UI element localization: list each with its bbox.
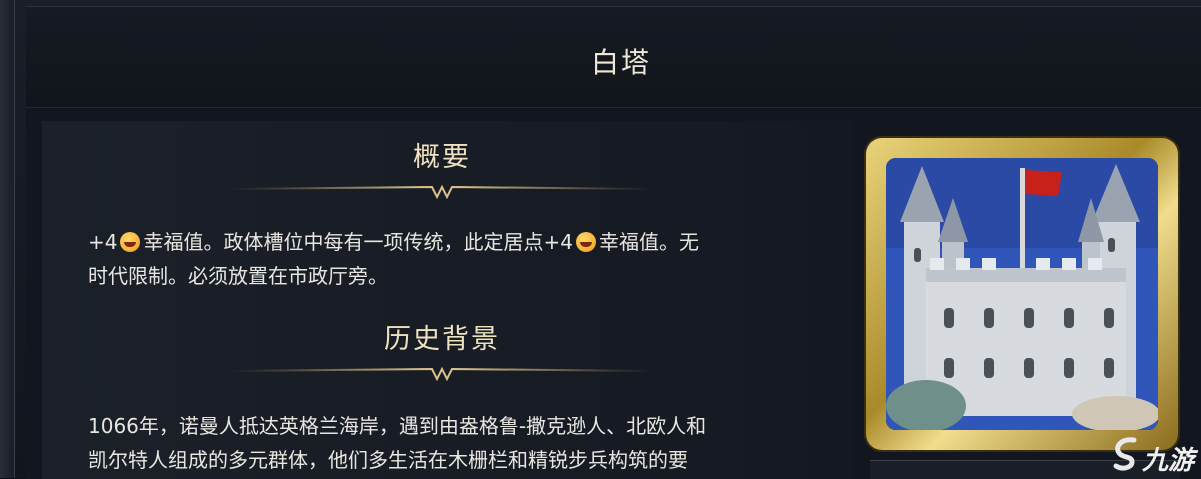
overview-divider <box>232 183 652 199</box>
overview-heading: 概要 <box>413 142 471 173</box>
building-portrait-frame <box>866 138 1178 450</box>
overview-line-1: +4 幸福值。政体槽位中每有一项传统，此定居点+4 幸福值。无 <box>88 230 699 254</box>
happiness-emoji-icon <box>575 232 596 252</box>
history-divider <box>232 365 652 381</box>
white-tower-portrait <box>886 158 1158 430</box>
history-text: 1066年，诺曼人抵达英格兰海岸，遇到由盎格鲁-撒克逊人、北欧人和 凯尔特人组成… <box>88 409 828 477</box>
left-rail <box>0 0 15 478</box>
title-bar: 白塔 <box>26 7 1201 108</box>
history-line-1: 1066年，诺曼人抵达英格兰海岸，遇到由盎格鲁-撒克逊人、北欧人和 <box>88 414 707 438</box>
watermark-text: 九游 <box>1142 446 1195 476</box>
overview-text: +4 幸福值。政体槽位中每有一项传统，此定居点+4 幸福值。无 时代限制。必须放置在… <box>88 225 828 293</box>
overview-line-2: 时代限制。必须放置在市政厅旁。 <box>88 264 388 288</box>
history-line-2: 凯尔特人组成的多元群体，他们多生活在木栅栏和精锐步兵构筑的要 <box>88 448 688 472</box>
watermark: 九游 <box>1110 434 1200 476</box>
happiness-emoji-icon <box>120 232 141 252</box>
description-area[interactable]: 概要 +4 幸福值。政体槽位中每有一项传统，此定居点+4 幸福值。无 时代限制。必须… <box>42 121 852 479</box>
page-title: 白塔 <box>590 46 651 79</box>
history-heading: 历史背景 <box>384 324 500 355</box>
watermark-logo-icon <box>1113 437 1137 471</box>
